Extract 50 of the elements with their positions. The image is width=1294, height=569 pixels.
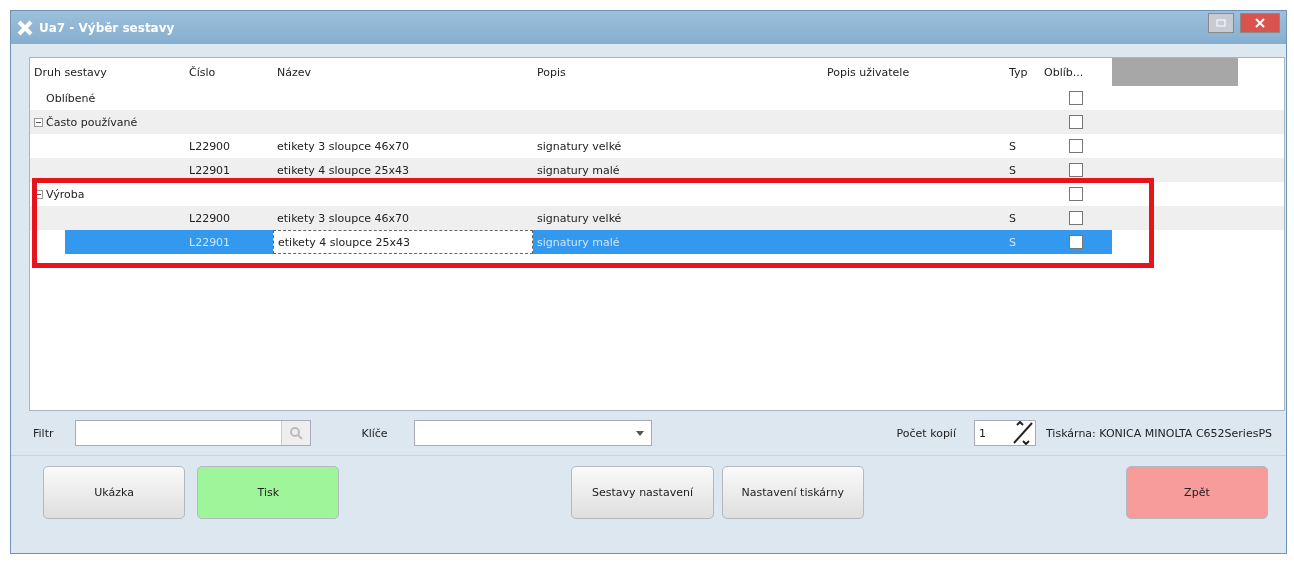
spinner-icon[interactable] — [1011, 421, 1035, 445]
app-icon — [17, 19, 33, 36]
table-cell: signatury malé — [537, 235, 620, 249]
table-cell: L22901 — [189, 235, 231, 249]
action-button[interactable]: Tisk — [197, 466, 340, 519]
table-row[interactable]: L22900 etikety 3 sloupce 46x70 signatury velké S — [65, 134, 1112, 158]
table-row[interactable]: L22901 etikety 4 sloupce 25x43 signatury malé S — [65, 230, 1112, 254]
table-cell: signatury velké — [537, 139, 622, 153]
copies-field[interactable]: 1 — [974, 420, 1036, 446]
collapse-icon[interactable] — [34, 117, 43, 127]
table-cell: S — [1009, 139, 1016, 153]
favorite-checkbox[interactable] — [1069, 235, 1083, 249]
action-button[interactable]: Nastavení tiskárny — [721, 466, 864, 519]
filter-field[interactable] — [75, 420, 312, 446]
favorite-checkbox[interactable] — [1069, 163, 1083, 177]
table-cell: etikety 3 sloupce 46x70 — [277, 139, 409, 153]
favorite-checkbox[interactable] — [1069, 187, 1083, 201]
table-cell: L22900 — [189, 139, 231, 153]
action-button[interactable]: Zpět — [1125, 466, 1268, 519]
close-button[interactable] — [1240, 12, 1280, 33]
table-cell: S — [1009, 163, 1016, 177]
group-label[interactable]: Výroba — [46, 187, 85, 201]
filter-label: Filtr — [33, 426, 54, 440]
table-cell: S — [1009, 211, 1016, 225]
copies-label: Počet kopií — [896, 426, 956, 440]
close-icon — [1255, 17, 1265, 28]
table-cell: etikety 4 sloupce 25x43 — [277, 163, 409, 177]
caret-icon — [635, 430, 644, 436]
table-cell: L22901 — [189, 163, 231, 177]
table-cell: etikety 4 sloupce 25x43 — [278, 235, 410, 249]
table-cell: L22900 — [189, 211, 231, 225]
window-title: Ua7 - Výběr sestavy — [39, 20, 176, 35]
maximize-icon — [1216, 18, 1226, 27]
group-label[interactable]: Často používané — [46, 115, 138, 129]
printer-label: Tiskárna: KONICA MINOLTA C652SeriesPS — [1046, 426, 1272, 440]
table-cell: signatury velké — [537, 211, 622, 225]
favorite-checkbox[interactable] — [1069, 91, 1083, 105]
action-button[interactable]: Sestavy nastavení — [571, 466, 714, 519]
action-button[interactable]: Ukázka — [43, 466, 186, 519]
keys-label: Klíče — [361, 426, 388, 440]
maximize-button[interactable] — [1208, 12, 1234, 33]
group-label[interactable]: Oblíbené — [46, 91, 96, 105]
collapse-icon[interactable] — [34, 189, 43, 199]
favorite-checkbox[interactable] — [1069, 115, 1083, 129]
favorite-checkbox[interactable] — [1069, 211, 1083, 225]
keys-dropdown[interactable] — [413, 420, 652, 446]
table-cell: etikety 3 sloupce 46x70 — [277, 211, 409, 225]
table-cell: signatury malé — [537, 163, 620, 177]
table-cell: S — [1009, 235, 1016, 249]
favorite-checkbox[interactable] — [1069, 139, 1083, 153]
